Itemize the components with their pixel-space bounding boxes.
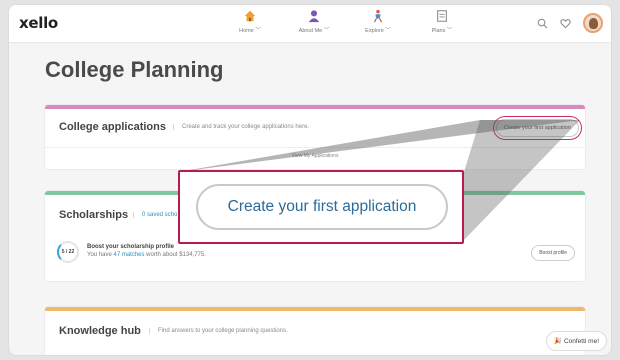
avatar-hair — [588, 17, 598, 29]
avatar[interactable] — [583, 13, 603, 33]
card-accent-bar — [45, 105, 585, 109]
boost-title: Boost your scholarship profile — [87, 244, 175, 250]
applications-title: College applications — [59, 121, 166, 133]
explore-icon — [373, 9, 383, 23]
knowledge-title: Knowledge hub — [59, 325, 141, 337]
search-icon[interactable] — [537, 18, 548, 29]
confetti-label: Confetti me! — [563, 337, 599, 345]
nav-explore[interactable]: Explore ﹀ — [357, 9, 399, 34]
nav-right — [537, 13, 603, 33]
nav-explore-label: Explore ﹀ — [365, 28, 391, 34]
scholarships-saved[interactable]: 0 saved scho — [133, 212, 177, 218]
person-icon — [308, 10, 320, 23]
party-icon: 🎉 — [553, 338, 562, 345]
xello-logo[interactable]: xello — [19, 14, 58, 32]
college-applications-card: College applications Create and track yo… — [45, 105, 585, 169]
card-accent-bar — [45, 307, 585, 311]
applications-subtitle: Create and track your college applicatio… — [173, 124, 309, 130]
boost-description: You have 47 matches worth about $134,775… — [87, 252, 206, 258]
home-icon — [244, 10, 256, 22]
confetti-button[interactable]: 🎉 Confetti me! — [545, 331, 607, 351]
nav-home[interactable]: Home ﹀ — [229, 9, 271, 34]
scholarships-title: Scholarships — [59, 209, 129, 221]
zoom-create-application-button[interactable]: Create your first application — [196, 184, 448, 230]
boost-profile-button[interactable]: Boost profile — [531, 245, 575, 261]
plans-icon — [437, 10, 447, 22]
main-nav: Home ﹀ About Me ﹀ Explore ﹀ Plans ﹀ — [229, 9, 463, 34]
knowledge-subtitle: Find answers to your college planning qu… — [149, 328, 288, 334]
boost-prefix: You have — [87, 252, 114, 258]
heart-icon[interactable] — [560, 18, 571, 29]
boost-suffix: worth about $134,775. — [144, 252, 206, 258]
nav-about-me[interactable]: About Me ﹀ — [293, 9, 335, 34]
knowledge-hub-card: Knowledge hub Find answers to your colle… — [45, 307, 585, 355]
page-title: College Planning — [45, 57, 224, 82]
zoom-highlight: Create your first application — [178, 170, 464, 244]
nav-home-label: Home ﹀ — [239, 28, 261, 34]
matches-link[interactable]: 47 matches — [113, 252, 144, 258]
profile-score-ring: 5 / 22 — [57, 241, 79, 263]
nav-plans-label: Plans ﹀ — [431, 28, 453, 34]
create-application-button[interactable]: Create your first application — [493, 116, 582, 140]
nav-plans[interactable]: Plans ﹀ — [421, 9, 463, 34]
nav-about-label: About Me ﹀ — [298, 28, 330, 34]
view-applications-link[interactable]: View My Applications — [45, 147, 585, 163]
top-navigation: xello Home ﹀ About Me ﹀ Explore ﹀ Plans … — [9, 5, 611, 43]
